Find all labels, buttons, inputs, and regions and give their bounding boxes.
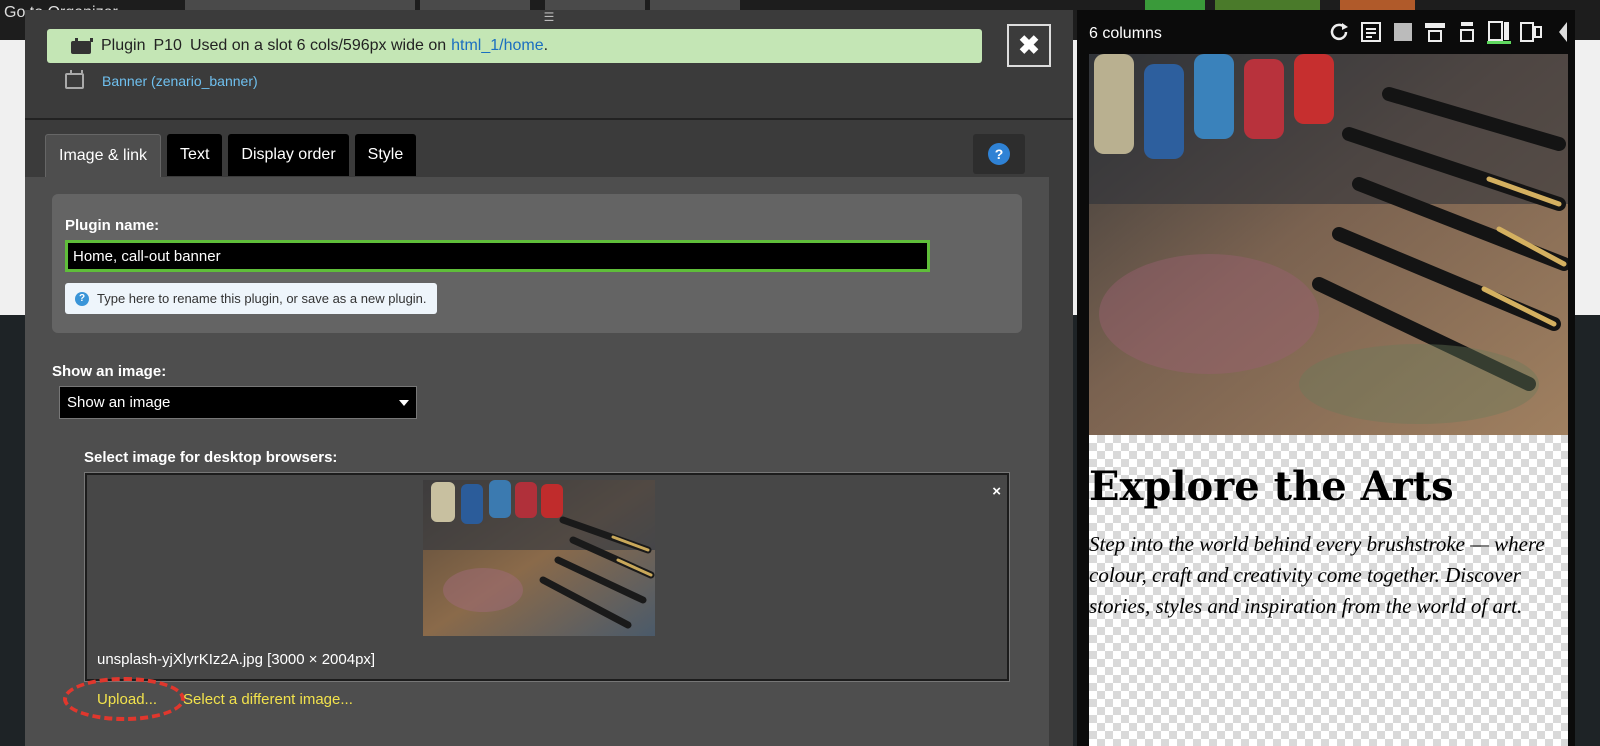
module-icon (65, 70, 84, 89)
notice-text: Used on a slot 6 cols/596px wide on (189, 37, 447, 54)
layout-side-icon[interactable] (1487, 20, 1511, 44)
tab-text[interactable]: Text (167, 134, 223, 176)
show-image-label: Show an image: (52, 363, 167, 380)
module-info: Banner (zenario_banner) (65, 70, 258, 89)
help-button[interactable]: ? (973, 134, 1025, 174)
preview-panel: 6 columns Explore the Arts Step into the… (1077, 10, 1575, 746)
divider (25, 118, 1073, 120)
collapse-panel-icon[interactable] (1551, 20, 1575, 44)
columns-label: 6 columns (1089, 25, 1162, 42)
chevron-down-icon (399, 399, 409, 406)
page-icon[interactable] (1359, 20, 1383, 44)
layout-top-icon[interactable] (1423, 20, 1447, 44)
tab-display-order[interactable]: Display order (228, 134, 349, 176)
tab-bar: Image & link Text Display order Style (45, 134, 417, 177)
page-link[interactable]: html_1/home (451, 37, 544, 55)
plugin-name-input[interactable]: Home, call-out banner (65, 240, 930, 272)
plugin-name-label: Plugin name: (65, 217, 160, 234)
plugin-name-section: Plugin name: Home, call-out banner ? Typ… (52, 194, 1022, 333)
upload-link[interactable]: Upload... (97, 691, 157, 708)
banner-title: Explore the Arts (1089, 463, 1454, 510)
square-icon[interactable] (1391, 20, 1415, 44)
layout-split-icon[interactable] (1519, 20, 1543, 44)
select-different-image-link[interactable]: Select a different image... (183, 691, 353, 708)
plugin-icon (71, 38, 93, 54)
image-filename: unsplash-yjXlyrKIz2A.jpg [3000 × 2004px] (97, 651, 376, 668)
plugin-code: P10 (153, 37, 182, 54)
select-value: Show an image (67, 394, 171, 411)
info-icon: ? (75, 291, 89, 306)
show-image-select[interactable]: Show an image (59, 386, 417, 419)
refresh-icon[interactable] (1327, 20, 1351, 44)
plugin-settings-modal: ☰ Plugin P10 Used on a slot 6 cols/596px… (25, 10, 1073, 746)
tab-content: Plugin name: Home, call-out banner ? Typ… (25, 177, 1049, 746)
notice-suffix: . (543, 37, 549, 54)
preview-toolbar (1327, 20, 1575, 44)
tab-style[interactable]: Style (354, 134, 417, 176)
banner-description: Step into the world behind every brushst… (1089, 532, 1545, 618)
plugin-usage-notice: Plugin P10 Used on a slot 6 cols/596px w… (47, 29, 982, 63)
image-actions: Upload... Select a different image... (97, 691, 353, 708)
banner-image (1089, 54, 1568, 435)
help-icon: ? (988, 143, 1010, 165)
tab-image-link[interactable]: Image & link (45, 134, 162, 177)
hint-text: Type here to rename this plugin, or save… (97, 291, 427, 306)
image-thumbnail (423, 480, 655, 636)
plugin-name-hint: ? Type here to rename this plugin, or sa… (65, 283, 437, 314)
desktop-image-picker: × unsplash-yjXlyrKIz2A.jpg [3000 × 2004p… (84, 472, 1010, 682)
banner-text-area: Explore the Arts Step into the world beh… (1089, 435, 1568, 746)
close-button[interactable]: ✖ (1007, 24, 1051, 67)
remove-image-icon[interactable]: × (992, 483, 1001, 500)
module-link[interactable]: Banner (zenario_banner) (102, 73, 258, 89)
desktop-image-label: Select image for desktop browsers: (84, 449, 338, 466)
layout-middle-icon[interactable] (1455, 20, 1479, 44)
notice-label: Plugin (101, 37, 146, 54)
drag-handle-icon[interactable]: ☰ (537, 10, 561, 24)
